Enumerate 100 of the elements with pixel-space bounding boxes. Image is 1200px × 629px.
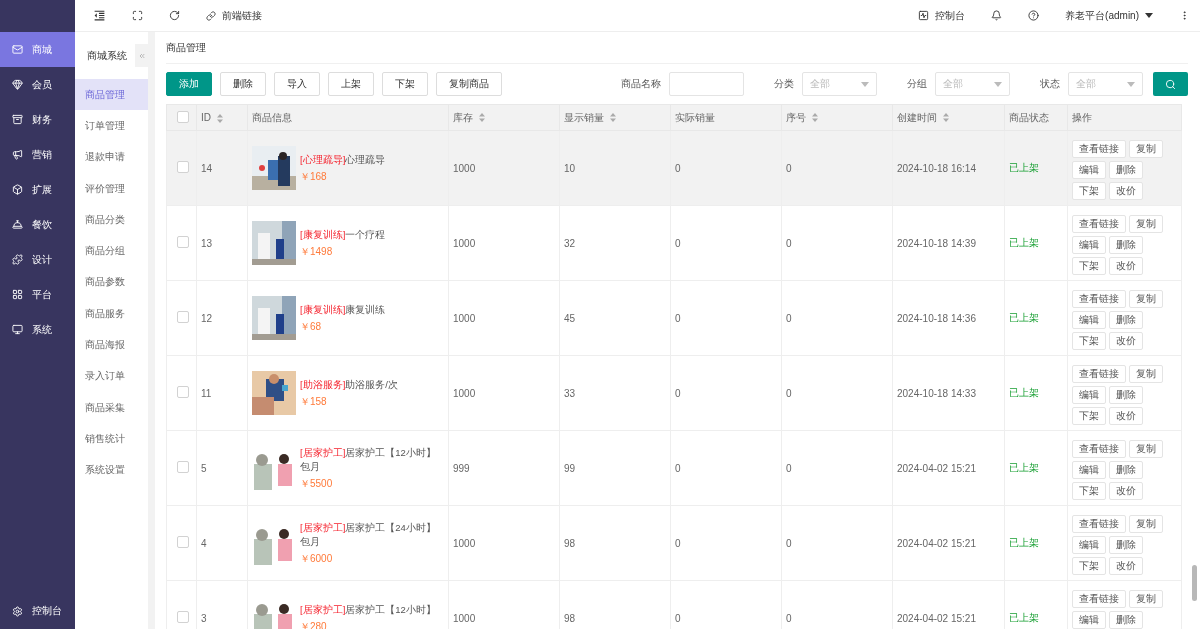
action-button[interactable]: 删除 <box>1109 161 1143 179</box>
action-button[interactable]: 复制 <box>1129 515 1163 533</box>
action-button[interactable]: 下架 <box>1072 407 1106 425</box>
checkbox[interactable] <box>177 536 189 548</box>
action-button[interactable]: 改价 <box>1109 332 1143 350</box>
action-button[interactable]: 改价 <box>1109 407 1143 425</box>
table-row[interactable]: 13 [康复训练]一个疗程 ￥1498 1000 32 0 0 2024-10-18 14:39 已上架 查看链接 复制 编辑 删除 下架 改价 <box>166 205 1182 281</box>
table-row[interactable]: 5 [居家护工]居家护工【12小时】包月 ￥5500 999 99 0 0 2024-04-02 15:21 已上架 查看链接 复制 编辑 删除 下架 改价 <box>166 430 1182 506</box>
toolbar-button[interactable]: 上架 <box>328 72 374 96</box>
rail-item[interactable]: 系统 <box>0 312 75 347</box>
action-button[interactable]: 编辑 <box>1072 536 1106 554</box>
refresh-icon[interactable] <box>169 10 180 21</box>
rail-item[interactable]: 会员 <box>0 67 75 102</box>
fullscreen-icon[interactable] <box>132 10 143 21</box>
action-button[interactable]: 查看链接 <box>1072 215 1126 233</box>
menu-icon[interactable] <box>93 9 106 22</box>
action-button[interactable]: 下架 <box>1072 332 1106 350</box>
console-link[interactable]: 控制台 <box>918 8 966 23</box>
rail-item[interactable]: 营销 <box>0 137 75 172</box>
subnav-item[interactable]: 退款申请 <box>75 141 148 173</box>
action-button[interactable]: 删除 <box>1109 311 1143 329</box>
search-button[interactable] <box>1153 72 1188 96</box>
action-button[interactable]: 复制 <box>1129 440 1163 458</box>
checkbox[interactable] <box>177 386 189 398</box>
rail-item[interactable]: 餐饮 <box>0 207 75 242</box>
rail-item[interactable]: 设计 <box>0 242 75 277</box>
rail-item[interactable]: 控制台 <box>0 593 75 629</box>
toolbar-button[interactable]: 导入 <box>274 72 320 96</box>
user-menu[interactable]: 养老平台(admin) <box>1065 8 1153 23</box>
action-button[interactable]: 查看链接 <box>1072 440 1126 458</box>
action-button[interactable]: 删除 <box>1109 611 1143 629</box>
sort-icon[interactable] <box>610 113 616 123</box>
subnav-item[interactable]: 商品分组 <box>75 235 148 267</box>
subnav-item[interactable]: 商品分类 <box>75 204 148 236</box>
action-button[interactable]: 复制 <box>1129 140 1163 158</box>
sort-icon[interactable] <box>812 113 818 123</box>
action-button[interactable]: 删除 <box>1109 536 1143 554</box>
sort-icon[interactable] <box>479 113 485 123</box>
action-button[interactable]: 复制 <box>1129 365 1163 383</box>
rail-item[interactable]: 商城 <box>0 32 75 67</box>
subnav-item[interactable]: 商品服务 <box>75 298 148 330</box>
name-field[interactable] <box>669 72 744 96</box>
action-button[interactable]: 编辑 <box>1072 461 1106 479</box>
rail-item[interactable]: 平台 <box>0 277 75 312</box>
checkbox[interactable] <box>177 461 189 473</box>
action-button[interactable]: 删除 <box>1109 386 1143 404</box>
action-button[interactable]: 复制 <box>1129 290 1163 308</box>
sort-icon[interactable] <box>943 113 949 123</box>
rail-item[interactable]: 财务 <box>0 102 75 137</box>
action-button[interactable]: 查看链接 <box>1072 290 1126 308</box>
subnav-item[interactable]: 销售统计 <box>75 423 148 455</box>
toolbar-button[interactable]: 复制商品 <box>436 72 502 96</box>
action-button[interactable]: 下架 <box>1072 182 1106 200</box>
action-button[interactable]: 改价 <box>1109 557 1143 575</box>
table-row[interactable]: 4 [居家护工]居家护工【24小时】包月 ￥6000 1000 98 0 0 2024-04-02 15:21 已上架 查看链接 复制 编辑 删除 下架 改价 <box>166 505 1182 581</box>
checkbox[interactable] <box>177 236 189 248</box>
action-button[interactable]: 复制 <box>1129 590 1163 608</box>
checkbox[interactable] <box>177 110 189 123</box>
subnav-item[interactable]: 商品参数 <box>75 266 148 299</box>
action-button[interactable]: 编辑 <box>1072 161 1106 179</box>
table-row[interactable]: 14 [心理疏导]心理疏导 ￥168 1000 10 0 0 2024-10-18 16:14 已上架 查看链接 复制 编辑 删除 下架 改价 <box>166 130 1182 206</box>
toolbar-button[interactable]: 删除 <box>220 72 266 96</box>
bell-icon[interactable] <box>991 10 1003 21</box>
subnav-item[interactable]: 订单管理 <box>75 110 148 142</box>
table-row[interactable]: 3 [居家护工]居家护工【12小时】 ￥280 1000 98 0 0 2024-04-02 15:21 已上架 查看链接 复制 编辑 删除 <box>166 580 1182 629</box>
action-button[interactable]: 删除 <box>1109 236 1143 254</box>
subnav-item[interactable]: 商品海报 <box>75 329 148 361</box>
frontend-link[interactable]: 前端链接 <box>206 8 262 23</box>
sort-icon[interactable] <box>217 113 223 123</box>
action-button[interactable]: 删除 <box>1109 461 1143 479</box>
action-button[interactable]: 查看链接 <box>1072 365 1126 383</box>
action-button[interactable]: 查看链接 <box>1072 140 1126 158</box>
table-row[interactable]: 11 [助浴服务]助浴服务/次 ￥158 1000 33 0 0 2024-10-18 14:33 已上架 查看链接 复制 编辑 删除 下架 改价 <box>166 355 1182 431</box>
action-button[interactable]: 复制 <box>1129 215 1163 233</box>
subnav-item[interactable]: 评价管理 <box>75 172 148 205</box>
action-button[interactable]: 改价 <box>1109 182 1143 200</box>
collapse-button[interactable] <box>135 44 148 67</box>
action-button[interactable]: 下架 <box>1072 557 1106 575</box>
toolbar-button[interactable]: 添加 <box>166 72 212 96</box>
scrollbar[interactable] <box>1192 565 1197 601</box>
toolbar-button[interactable]: 下架 <box>382 72 428 96</box>
action-button[interactable]: 编辑 <box>1072 311 1106 329</box>
rail-item[interactable]: 扩展 <box>0 172 75 207</box>
checkbox[interactable] <box>177 161 189 173</box>
action-button[interactable]: 下架 <box>1072 482 1106 500</box>
help-icon[interactable] <box>1028 10 1040 21</box>
action-button[interactable]: 编辑 <box>1072 236 1106 254</box>
subnav-item[interactable]: 录入订单 <box>75 360 148 392</box>
action-button[interactable]: 查看链接 <box>1072 515 1126 533</box>
action-button[interactable]: 下架 <box>1072 257 1106 275</box>
action-button[interactable]: 编辑 <box>1072 386 1106 404</box>
table-row[interactable]: 12 [康复训练]康复训练 ￥68 1000 45 0 0 2024-10-18 14:36 已上架 查看链接 复制 编辑 删除 下架 改价 <box>166 280 1182 356</box>
subnav-item[interactable]: 商品采集 <box>75 391 148 424</box>
subnav-item[interactable]: 系统设置 <box>75 454 148 486</box>
checkbox[interactable] <box>177 611 189 623</box>
action-button[interactable]: 改价 <box>1109 482 1143 500</box>
subnav-item[interactable]: 商品管理 <box>75 79 148 111</box>
checkbox[interactable] <box>177 311 189 323</box>
action-button[interactable]: 编辑 <box>1072 611 1106 629</box>
action-button[interactable]: 改价 <box>1109 257 1143 275</box>
